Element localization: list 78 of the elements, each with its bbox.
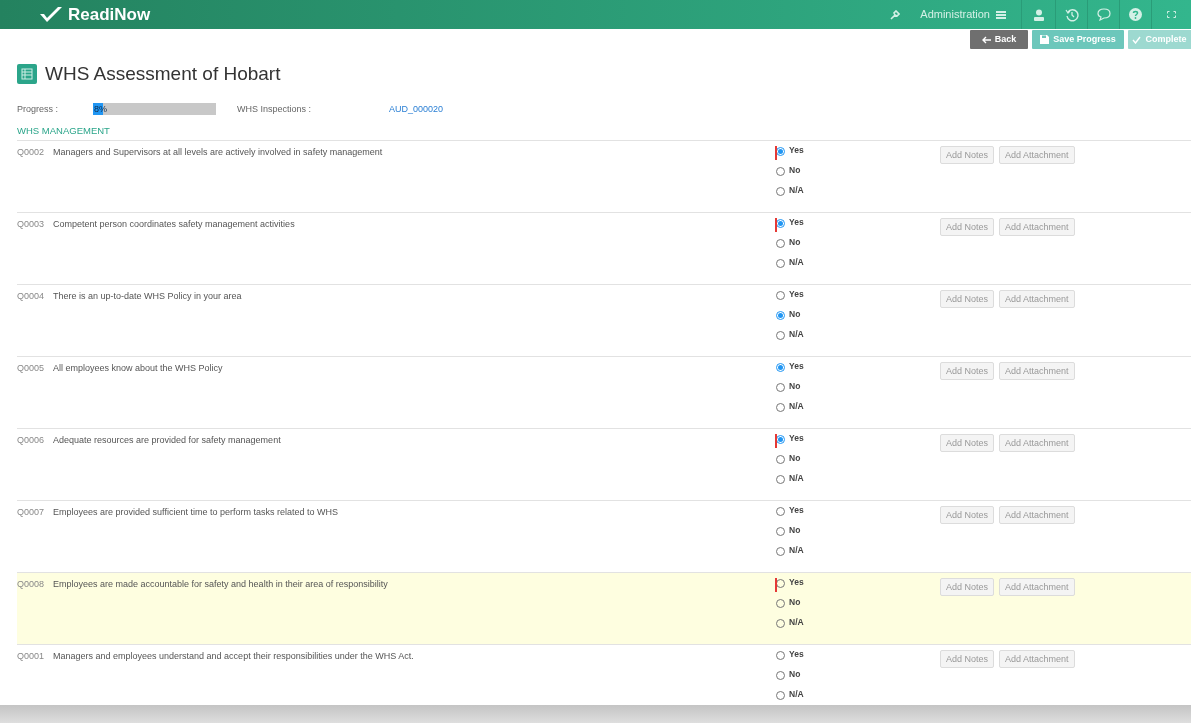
add-notes-button[interactable]: Add Notes (940, 434, 995, 453)
add-notes-button[interactable]: Add Notes (940, 218, 995, 237)
option-label: Yes (789, 288, 804, 301)
option-label: Yes (789, 360, 804, 373)
add-notes-button[interactable]: Add Notes (940, 578, 995, 597)
option-label: N/A (789, 688, 804, 701)
inspections-label: WHS Inspections : (237, 102, 313, 116)
option-label: Yes (789, 648, 804, 661)
table-icon (17, 64, 37, 85)
add-notes-button[interactable]: Add Notes (940, 362, 995, 381)
question-code: Q0001 (17, 650, 46, 664)
complete-button[interactable]: Complete (1128, 30, 1191, 49)
option-label: No (789, 596, 801, 609)
question-code: Q0002 (17, 146, 46, 160)
save-button[interactable]: Save Progress (1032, 30, 1124, 49)
option-label: No (789, 308, 801, 321)
question-code: Q0003 (17, 218, 46, 232)
option-label: N/A (789, 472, 804, 485)
add-attachment-button[interactable]: Add Attachment (999, 578, 1075, 597)
option-label: No (789, 452, 801, 465)
nav-menu-label[interactable]: Administration (920, 6, 990, 23)
add-attachment-button[interactable]: Add Attachment (999, 434, 1075, 453)
menu-icon[interactable] (996, 10, 1006, 19)
wrench-icon[interactable] (890, 9, 901, 20)
option-label: N/A (789, 400, 804, 413)
question-code: Q0008 (17, 578, 46, 592)
question-text: Adequate resources are provided for safety management (53, 434, 282, 448)
page-title: WHS Assessment of Hobart (45, 62, 281, 86)
option-label: No (789, 164, 801, 177)
option-label: Yes (789, 144, 804, 157)
option-label: N/A (789, 256, 804, 269)
add-notes-button[interactable]: Add Notes (940, 146, 995, 165)
question-text: Employees are made accountable for safety and health in their area of responsibility (53, 578, 389, 592)
question-code: Q0005 (17, 362, 46, 376)
question-text: Managers and Supervisors at all levels are actively involved in safety management (53, 146, 384, 160)
help-icon[interactable] (1129, 8, 1142, 21)
add-attachment-button[interactable]: Add Attachment (999, 362, 1075, 381)
history-icon[interactable] (1064, 7, 1079, 22)
add-attachment-button[interactable]: Add Attachment (999, 146, 1075, 165)
user-icon[interactable] (1033, 8, 1044, 21)
question-text: Managers and employees understand and accept their responsibilities under the WHS Act. (53, 650, 415, 664)
option-label: Yes (789, 504, 804, 517)
chat-icon[interactable] (1096, 8, 1111, 21)
question-text: Employees are provided sufficient time to perform tasks related to WHS (53, 506, 339, 520)
option-label: No (789, 524, 801, 537)
check-icon (1132, 35, 1142, 44)
option-label: N/A (789, 328, 804, 341)
add-notes-button[interactable]: Add Notes (940, 650, 995, 669)
logo-check-icon (38, 4, 64, 25)
add-notes-button[interactable]: Add Notes (940, 506, 995, 525)
option-label: N/A (789, 616, 804, 629)
save-icon (1040, 35, 1050, 44)
option-label: No (789, 236, 801, 249)
add-attachment-button[interactable]: Add Attachment (999, 650, 1075, 669)
back-button[interactable]: Back (970, 30, 1028, 49)
option-label: Yes (789, 576, 804, 589)
inspection-link[interactable]: AUD_000020 (389, 102, 444, 116)
option-label: N/A (789, 544, 804, 557)
back-arrow-icon (981, 35, 991, 44)
add-attachment-button[interactable]: Add Attachment (999, 290, 1075, 309)
option-label: Yes (789, 216, 804, 229)
add-notes-button[interactable]: Add Notes (940, 290, 995, 309)
option-label: N/A (789, 184, 804, 197)
option-label: Yes (789, 432, 804, 445)
option-label: No (789, 668, 801, 681)
question-code: Q0004 (17, 290, 46, 304)
question-code: Q0007 (17, 506, 46, 520)
question-code: Q0006 (17, 434, 46, 448)
section-heading: WHS MANAGEMENT (17, 124, 111, 138)
question-text: Competent person coordinates safety management activities (53, 218, 296, 232)
option-label: No (789, 380, 801, 393)
question-text: All employees know about the WHS Policy (53, 362, 224, 376)
add-attachment-button[interactable]: Add Attachment (999, 218, 1075, 237)
app-name: ReadiNow (68, 3, 151, 26)
add-attachment-button[interactable]: Add Attachment (999, 506, 1075, 525)
question-text: There is an up-to-date WHS Policy in your area (53, 290, 243, 304)
expand-icon[interactable] (1167, 11, 1176, 18)
progress-label: Progress : (17, 102, 59, 116)
